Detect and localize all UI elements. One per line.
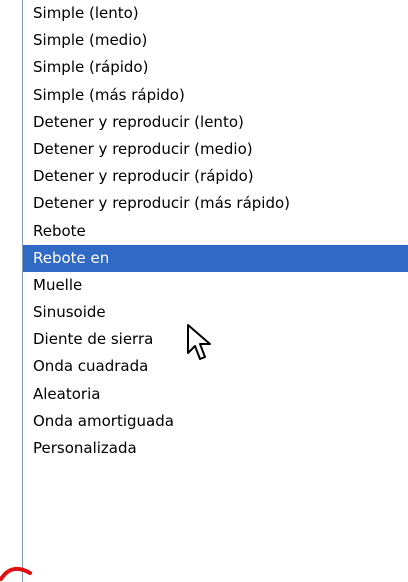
list-item-7[interactable]: Detener y reproducir (más rápido)	[23, 190, 408, 217]
list-item-5[interactable]: Detener y reproducir (medio)	[23, 136, 408, 163]
list-item-9[interactable]: Rebote en	[23, 244, 408, 272]
list-item-14[interactable]: Aleatoria	[23, 381, 408, 408]
list-item-8[interactable]: Rebote	[23, 218, 408, 245]
dropdown-list[interactable]: Simple (lento) Simple (medio) Simple (rá…	[22, 0, 408, 582]
list-item-15[interactable]: Onda amortiguada	[23, 408, 408, 435]
list-item-13[interactable]: Onda cuadrada	[23, 353, 408, 380]
list-item-12[interactable]: Diente de sierra	[23, 326, 408, 353]
list-item-6[interactable]: Detener y reproducir (rápido)	[23, 163, 408, 190]
list-item-4[interactable]: Detener y reproducir (lento)	[23, 109, 408, 136]
list-item-16[interactable]: Personalizada	[23, 435, 408, 462]
list-item-10[interactable]: Muelle	[23, 272, 408, 299]
list-item-11[interactable]: Sinusoide	[23, 299, 408, 326]
list-item-1[interactable]: Simple (medio)	[23, 27, 408, 54]
red-swoosh-icon	[0, 566, 32, 581]
list-item-2[interactable]: Simple (rápido)	[23, 54, 408, 81]
list-item-3[interactable]: Simple (más rápido)	[23, 82, 408, 109]
list-item-0[interactable]: Simple (lento)	[23, 0, 408, 27]
